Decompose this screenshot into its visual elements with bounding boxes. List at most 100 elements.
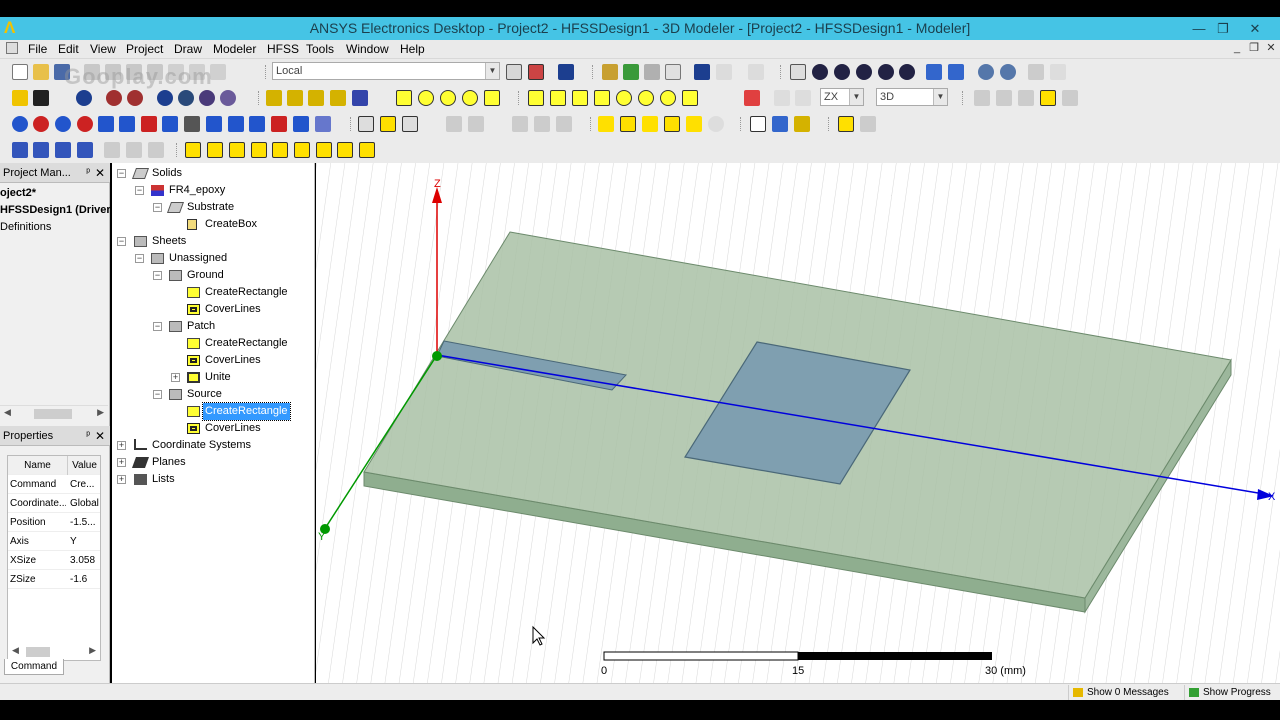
scale-icon[interactable] (512, 116, 528, 132)
select-by-name-icon[interactable] (708, 116, 724, 132)
help-icon[interactable] (12, 90, 28, 106)
expand-icon[interactable]: + (117, 475, 126, 484)
split-icon[interactable] (1040, 90, 1056, 106)
tree-patch[interactable]: Patch (187, 318, 215, 335)
coordinate-system-icon[interactable] (838, 116, 854, 132)
relative-cs-icon[interactable] (860, 116, 876, 132)
report-icon[interactable] (748, 64, 764, 80)
tree-sheets[interactable]: Sheets (152, 233, 186, 250)
show-progress-button[interactable]: Show Progress (1184, 685, 1277, 700)
tree-planes[interactable]: Planes (152, 454, 186, 471)
draw-arc-icon[interactable] (308, 90, 324, 106)
scroll-right-icon[interactable]: ▶ (97, 407, 104, 418)
name-column-header[interactable]: Name (8, 456, 68, 475)
modeler-viewport[interactable]: Z Y X 0 15 30 (mm) (316, 163, 1280, 683)
antenna-params-icon[interactable] (55, 142, 71, 158)
draw-helix-icon[interactable] (660, 90, 676, 106)
draw-cone-icon[interactable] (594, 90, 610, 106)
property-value[interactable]: 3.058 (70, 551, 100, 570)
close-properties-button[interactable]: ✕ (95, 426, 105, 446)
matrix-icon[interactable] (293, 116, 309, 132)
mesh-plot-icon[interactable] (77, 142, 93, 158)
collapse-icon[interactable]: − (135, 254, 144, 263)
design-item[interactable]: HFSSDesign1 (Driver (0, 204, 111, 216)
boolean-intersect-icon[interactable] (1018, 90, 1034, 106)
menu-file[interactable]: File (28, 42, 47, 56)
draw-line-icon[interactable] (266, 90, 282, 106)
tree-patch-createrectangle[interactable]: CreateRectangle (205, 335, 288, 352)
menu-tools[interactable]: Tools (306, 42, 334, 56)
pin-icon[interactable]: ᵖ (86, 426, 90, 446)
new-project-icon[interactable] (12, 64, 28, 80)
sweep-around-axis-icon[interactable] (556, 116, 572, 132)
results-icon[interactable] (665, 64, 681, 80)
wave-port-icon[interactable] (98, 116, 114, 132)
select-multi-icon[interactable] (686, 116, 702, 132)
draw-bondwire-icon[interactable] (744, 90, 760, 106)
toolbar-grip[interactable] (962, 91, 965, 105)
tree-source[interactable]: Source (187, 386, 222, 403)
duplicate-around-axis-icon[interactable] (468, 116, 484, 132)
tree-fr4-epoxy[interactable]: FR4_epoxy (169, 182, 225, 199)
command-tab[interactable]: Command (4, 659, 64, 675)
pin-icon[interactable]: ᵖ (86, 163, 90, 183)
toolbar-grip[interactable] (176, 143, 179, 157)
property-row[interactable]: Coordinate... Global (8, 494, 100, 513)
rotate-icon[interactable] (812, 64, 828, 80)
expand-icon[interactable]: + (117, 458, 126, 467)
scroll-thumb[interactable] (26, 647, 50, 657)
lumped-port-icon[interactable] (119, 116, 135, 132)
export-report-icon[interactable] (126, 142, 142, 158)
wireframe-icon[interactable] (220, 90, 236, 106)
toolbar-grip[interactable] (350, 117, 353, 131)
collapse-icon[interactable]: − (135, 186, 144, 195)
mdi-close-button[interactable]: ✕ (1264, 41, 1278, 55)
scroll-right-icon[interactable]: ▶ (89, 645, 96, 656)
view-undo-icon[interactable] (1028, 64, 1044, 80)
tree-ground-coverlines[interactable]: CoverLines (205, 301, 261, 318)
tree-substrate[interactable]: Substrate (187, 199, 234, 216)
property-row[interactable]: Position -1.5... (8, 513, 100, 532)
close-project-manager-button[interactable]: ✕ (95, 163, 105, 183)
field-icon[interactable] (206, 116, 222, 132)
property-row[interactable]: XSize 3.058 (8, 551, 100, 570)
mirror-icon[interactable] (402, 116, 418, 132)
orient-icon[interactable] (878, 64, 894, 80)
select-edge-icon[interactable] (620, 116, 636, 132)
field-calculator-icon[interactable] (33, 142, 49, 158)
mdi-restore-button[interactable]: ❐ (1247, 41, 1261, 55)
toolbar-grip[interactable] (590, 117, 593, 131)
toolbar-grip[interactable] (780, 65, 783, 79)
draw-plane-icon[interactable] (795, 90, 811, 106)
value-column-header[interactable]: Value (69, 456, 100, 475)
draw-spiral-icon[interactable] (682, 90, 698, 106)
view-back-icon[interactable] (207, 142, 223, 158)
context-help-icon[interactable] (33, 90, 49, 106)
near-field-icon[interactable] (249, 116, 265, 132)
excitation-icon[interactable] (33, 116, 49, 132)
measure-icon[interactable] (506, 64, 522, 80)
boolean-unite-icon[interactable] (974, 90, 990, 106)
menu-draw[interactable]: Draw (174, 42, 202, 56)
property-value[interactable]: Y (70, 532, 100, 551)
view-front-icon[interactable] (185, 142, 201, 158)
toolbar-grip[interactable] (828, 117, 831, 131)
toolbar-grip[interactable] (265, 65, 268, 79)
definitions-item[interactable]: Definitions (0, 221, 51, 233)
project-item[interactable]: oject2* (0, 187, 36, 199)
menu-edit[interactable]: Edit (58, 42, 79, 56)
draw-cylinder-icon[interactable] (550, 90, 566, 106)
check-icon[interactable] (623, 64, 639, 80)
menu-project[interactable]: Project (126, 42, 163, 56)
animate-icon[interactable] (148, 142, 164, 158)
boundary-icon[interactable] (12, 116, 28, 132)
grid-icon[interactable] (750, 116, 766, 132)
port-field-icon[interactable] (271, 116, 287, 132)
view-iso-icon[interactable] (316, 142, 332, 158)
tree-source-createrectangle[interactable]: CreateRectangle (202, 402, 291, 421)
draw-regular-polygon-icon[interactable] (440, 90, 456, 106)
view-top-icon[interactable] (272, 142, 288, 158)
plot-icon[interactable] (716, 64, 732, 80)
draw-box-icon[interactable] (528, 90, 544, 106)
view-mode-select[interactable]: 3D ▼ (876, 88, 948, 106)
